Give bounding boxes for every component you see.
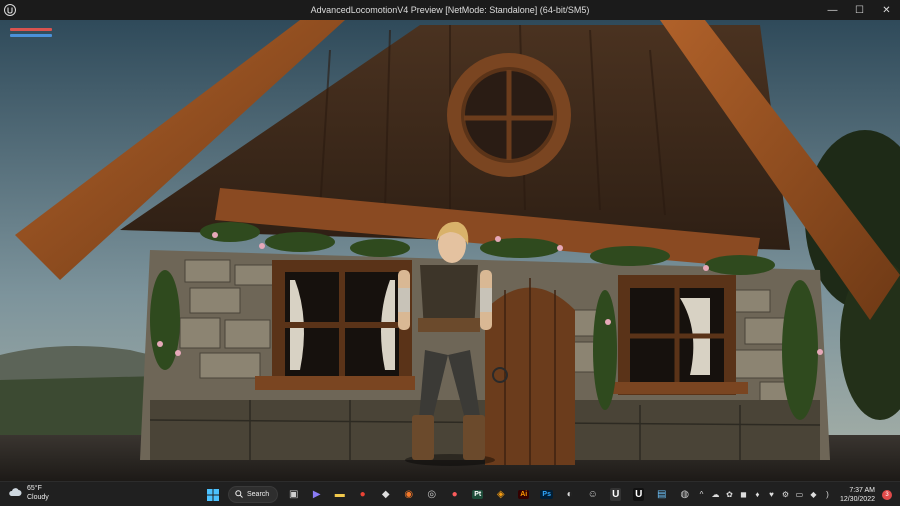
health-bar bbox=[10, 28, 52, 31]
epic-games-taskbar-button[interactable]: U bbox=[606, 485, 625, 504]
weather-desc: Cloudy bbox=[27, 494, 49, 501]
itch-icon: ● bbox=[451, 489, 458, 500]
windows-taskbar: 65°F Cloudy Search ▣ ▶ ▬ ● ◆ ◉ ◎ ● Pt ◈ Ai Ps ◐ ☺ U U ▤ ◍… bbox=[0, 481, 900, 506]
window-title: AdvancedLocomotionV4 Preview [NetMode: S… bbox=[310, 5, 590, 15]
itch-taskbar-button[interactable]: ● bbox=[445, 485, 464, 504]
unity-taskbar-button[interactable]: ◆ bbox=[376, 485, 395, 504]
epic-games-icon: U bbox=[610, 488, 622, 501]
tray-icon-8[interactable]: ◆ bbox=[808, 490, 819, 499]
taskbar-clock[interactable]: 7:37 AM 12/30/2022 bbox=[840, 486, 875, 504]
tray-icon-4[interactable]: ♦ bbox=[752, 490, 763, 499]
marmoset-taskbar-button[interactable]: ◈ bbox=[491, 485, 510, 504]
obs-taskbar-button[interactable]: ◎ bbox=[422, 485, 441, 504]
stamina-bar bbox=[10, 34, 52, 37]
discord-taskbar-button[interactable]: ☺ bbox=[583, 485, 602, 504]
tray-icon-7[interactable]: ▭ bbox=[794, 490, 805, 499]
maximize-button[interactable]: ☐ bbox=[846, 0, 873, 20]
clock-time: 7:37 AM bbox=[849, 486, 875, 494]
teams-taskbar-button[interactable]: ▶ bbox=[307, 485, 326, 504]
system-tray: ^ ☁ ✿ ◼ ♦ ♥ ⚙ ▭ ◆) 7:37 AM 12/30/2022 3 bbox=[696, 484, 892, 505]
photoshop-taskbar-button[interactable]: Ps bbox=[537, 485, 556, 504]
taskbar-search[interactable]: Search bbox=[228, 486, 279, 503]
davinci-taskbar-button[interactable]: ◐ bbox=[560, 485, 579, 504]
blender-taskbar-button[interactable]: ◉ bbox=[399, 485, 418, 504]
close-button[interactable]: ✕ bbox=[873, 0, 900, 20]
chrome-taskbar-button[interactable]: ● bbox=[353, 485, 372, 504]
discord-icon: ☺ bbox=[587, 489, 598, 500]
notepad-icon: ▤ bbox=[656, 489, 667, 500]
illustrator-taskbar-button[interactable]: Ai bbox=[514, 485, 533, 504]
player-hud bbox=[10, 28, 52, 40]
cloudy-weather-icon bbox=[8, 484, 22, 502]
steam-taskbar-button[interactable]: ◍ bbox=[675, 485, 694, 504]
search-icon bbox=[235, 489, 243, 500]
tray-icon-3[interactable]: ◼ bbox=[738, 490, 749, 499]
file-explorer-taskbar-button[interactable]: ▬ bbox=[330, 485, 349, 504]
window-titlebar[interactable]: AdvancedLocomotionV4 Preview [NetMode: S… bbox=[0, 0, 900, 20]
tray-icon-0[interactable]: ^ bbox=[696, 490, 707, 499]
game-viewport[interactable] bbox=[0, 20, 900, 481]
tray-icon-1[interactable]: ☁ bbox=[710, 490, 721, 499]
chrome-icon: ● bbox=[359, 489, 366, 500]
tray-icon-6[interactable]: ⚙ bbox=[780, 490, 791, 499]
clock-date: 12/30/2022 bbox=[839, 495, 875, 503]
steam-icon: ◍ bbox=[680, 489, 690, 500]
weather-temp: 65°F bbox=[27, 485, 42, 492]
unity-icon: ◆ bbox=[381, 489, 390, 500]
notification-badge[interactable]: 3 bbox=[882, 489, 892, 500]
teams-icon: ▶ bbox=[312, 489, 321, 500]
minimize-button[interactable]: — bbox=[819, 0, 846, 20]
notepad-taskbar-button[interactable]: ▤ bbox=[652, 485, 671, 504]
tray-icon-9[interactable]: ) bbox=[822, 490, 833, 499]
tray-icon-5[interactable]: ♥ bbox=[766, 490, 777, 499]
blender-icon: ◉ bbox=[404, 489, 414, 500]
task-view-icon: ▣ bbox=[288, 489, 299, 500]
windows-logo-icon bbox=[206, 488, 219, 501]
davinci-icon: ◐ bbox=[566, 489, 573, 500]
weather-widget[interactable]: 65°F Cloudy bbox=[8, 484, 49, 502]
search-label: Search bbox=[247, 491, 270, 498]
illustrator-icon: Ai bbox=[518, 490, 530, 499]
substance-painter-taskbar-button[interactable]: Pt bbox=[468, 485, 487, 504]
tray-icon-2[interactable]: ✿ bbox=[724, 490, 735, 499]
task-view-taskbar-button[interactable]: ▣ bbox=[284, 485, 303, 504]
unreal-engine-icon: U bbox=[633, 488, 645, 501]
photoshop-icon: Ps bbox=[540, 490, 553, 499]
start-button[interactable] bbox=[203, 485, 222, 504]
scene-render bbox=[0, 20, 900, 481]
marmoset-icon: ◈ bbox=[496, 489, 505, 500]
substance-painter-icon: Pt bbox=[472, 490, 484, 499]
file-explorer-icon: ▬ bbox=[334, 489, 345, 500]
obs-icon: ◎ bbox=[427, 489, 437, 500]
unreal-engine-taskbar-button[interactable]: U bbox=[629, 485, 648, 504]
